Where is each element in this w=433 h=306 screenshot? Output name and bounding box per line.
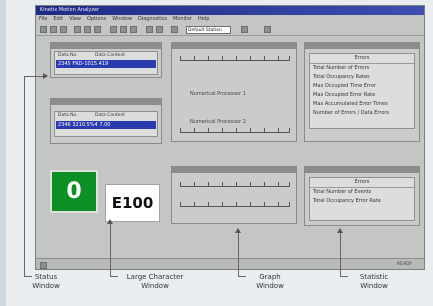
menu-bar: File Edit View Options Window Diagnostic… bbox=[36, 15, 424, 24]
graph-ruler-top bbox=[180, 55, 290, 61]
status-window-2-table: Data No. Data Content 2346 3210.5%4 7.00 bbox=[54, 111, 158, 137]
caption-graph-window: Graph Window bbox=[256, 273, 284, 290]
arrow-large-character-foot bbox=[110, 276, 118, 277]
statistics-item[interactable]: Max Accumulated Error Times bbox=[310, 100, 414, 109]
graph-window-bottom-titlebar bbox=[172, 167, 296, 173]
menu-options[interactable]: Options bbox=[87, 15, 106, 24]
graph-ruler-b bbox=[180, 201, 290, 207]
statistics-item[interactable]: Total Number of Errors bbox=[310, 64, 414, 73]
new-icon[interactable] bbox=[40, 26, 47, 33]
menu-edit[interactable]: Edit bbox=[53, 15, 63, 24]
print-icon[interactable] bbox=[171, 26, 178, 33]
open-icon[interactable] bbox=[50, 26, 57, 33]
status-window-1-table: Data No. Data Content 2345 FRD-1015.419 bbox=[54, 51, 158, 75]
menu-monitor[interactable]: Monitor bbox=[173, 15, 192, 24]
status-window-2-titlebar bbox=[51, 99, 161, 105]
status-col-header-content: Data Content bbox=[95, 53, 126, 58]
statistics-window-bottom: Errors Total Number of Events Total Occu… bbox=[304, 166, 420, 226]
statistics-item[interactable]: Total Occupancy Error Rate bbox=[310, 197, 414, 206]
status-window-1: Data No. Data Content 2345 FRD-1015.419 bbox=[50, 42, 162, 78]
help-icon[interactable] bbox=[264, 26, 271, 33]
menu-window[interactable]: Window bbox=[112, 15, 132, 24]
statistics-list: Errors Total Number of Errors Total Occu… bbox=[309, 53, 415, 129]
arrow-large-character bbox=[107, 219, 113, 276]
caption-large-character-window: Large Character Window bbox=[126, 273, 184, 290]
cut-icon[interactable] bbox=[74, 26, 81, 33]
statistics-header: Errors bbox=[310, 178, 414, 188]
arrow-graph bbox=[235, 228, 241, 276]
large-numeric-display: 0 bbox=[50, 170, 98, 213]
menu-view[interactable]: View bbox=[69, 15, 81, 24]
arrow-statistics-foot bbox=[340, 276, 348, 277]
arrow-status-window bbox=[24, 73, 48, 79]
status-bar: READY bbox=[36, 258, 424, 269]
large-character-display: E100 bbox=[105, 184, 160, 222]
toolbar: Default Station bbox=[36, 24, 424, 36]
caption-status-window: Status Window bbox=[32, 273, 60, 290]
statistics-header: Errors bbox=[310, 54, 414, 64]
graph-label-processor-2: Numerical Processor 2 bbox=[190, 119, 246, 125]
statistics-item[interactable]: Total Number of Events bbox=[310, 188, 414, 197]
stats-icon[interactable] bbox=[130, 26, 137, 33]
statistics-list-bottom: Errors Total Number of Events Total Occu… bbox=[309, 177, 415, 221]
arrow-statistics bbox=[337, 228, 343, 276]
arrow-status-line bbox=[24, 76, 25, 276]
statistics-item[interactable]: Max Occupied Time Error bbox=[310, 82, 414, 91]
statistics-item[interactable]: Total Occupancy Rates bbox=[310, 73, 414, 82]
title-bar: Kinetix Motion Analyzer bbox=[36, 6, 424, 15]
caption-statistics-window: Statistic Window bbox=[359, 273, 389, 290]
save-icon[interactable] bbox=[60, 26, 67, 33]
run-icon[interactable] bbox=[156, 26, 163, 33]
app-screenshot: Kinetix Motion Analyzer File Edit View O… bbox=[35, 5, 425, 270]
status-window-2: Data No. Data Content 2346 3210.5%4 7.00 bbox=[50, 98, 162, 144]
menu-help[interactable]: Help bbox=[198, 15, 209, 24]
statistics-item[interactable]: Number of Errors / Data Errors bbox=[310, 109, 414, 118]
statistics-window-top-titlebar bbox=[305, 43, 419, 49]
refresh-icon[interactable] bbox=[241, 26, 248, 33]
stop-icon[interactable] bbox=[146, 26, 153, 33]
status-col-header-no: Data No. bbox=[58, 113, 78, 118]
status-col-header-content: Data Content bbox=[95, 113, 126, 118]
station-selector[interactable]: Default Station bbox=[186, 26, 231, 34]
menu-file[interactable]: File bbox=[39, 15, 47, 24]
graph-icon[interactable] bbox=[120, 26, 127, 33]
graph-window-top-titlebar bbox=[172, 43, 296, 49]
graph-window-top: Numerical Processor 1 Numerical Processo… bbox=[171, 42, 297, 142]
graph-label-processor-1: Numerical Processor 1 bbox=[190, 91, 246, 97]
graph-ruler-bottom bbox=[180, 127, 290, 133]
window-title: Kinetix Motion Analyzer bbox=[40, 7, 100, 13]
arrow-graph-foot bbox=[238, 276, 246, 277]
status-col-header-no: Data No. bbox=[58, 53, 78, 58]
status-row-selected[interactable]: 2345 FRD-1015.419 bbox=[56, 60, 156, 68]
status-row-selected[interactable]: 2346 3210.5%4 7.00 bbox=[56, 121, 156, 129]
statistics-window-top: Errors Total Number of Errors Total Occu… bbox=[304, 42, 420, 142]
status-bar-text: READY bbox=[396, 262, 412, 267]
copy-icon[interactable] bbox=[84, 26, 91, 33]
paste-icon[interactable] bbox=[94, 26, 101, 33]
monitor-icon[interactable] bbox=[110, 26, 117, 33]
statistics-window-bottom-titlebar bbox=[305, 167, 419, 173]
status-window-1-titlebar bbox=[51, 43, 161, 49]
status-indicator-icon bbox=[40, 262, 47, 269]
menu-diagnostics[interactable]: Diagnostics bbox=[138, 15, 167, 24]
graph-ruler-a bbox=[180, 181, 290, 187]
statistics-item[interactable]: Max Occupied Error Rate bbox=[310, 91, 414, 100]
graph-window-bottom bbox=[171, 166, 297, 224]
